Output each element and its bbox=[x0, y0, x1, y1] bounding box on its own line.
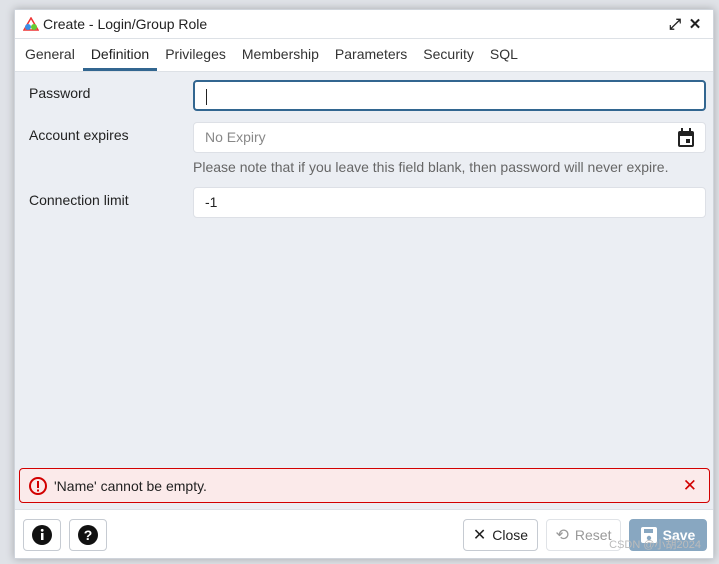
dismiss-error-icon[interactable]: ✕ bbox=[683, 476, 697, 496]
dialog-title: Create - Login/Group Role bbox=[43, 16, 208, 32]
close-button[interactable]: ✕ Close bbox=[463, 519, 538, 551]
tab-bar: General Definition Privileges Membership… bbox=[15, 39, 713, 72]
close-icon[interactable]: ✕ bbox=[685, 15, 705, 33]
tab-membership[interactable]: Membership bbox=[234, 39, 327, 71]
expires-note: Please note that if you leave this field… bbox=[193, 159, 669, 175]
info-button[interactable] bbox=[23, 519, 61, 551]
tab-general[interactable]: General bbox=[17, 39, 83, 71]
connection-limit-input[interactable]: -1 bbox=[193, 187, 706, 218]
tab-definition[interactable]: Definition bbox=[82, 39, 158, 71]
account-expires-label: Account expires bbox=[29, 127, 129, 143]
error-message: 'Name' cannot be empty. bbox=[54, 477, 207, 494]
account-expires-input[interactable]: No Expiry bbox=[193, 122, 706, 153]
calendar-icon[interactable] bbox=[677, 128, 695, 148]
expand-icon[interactable]: ⤢ bbox=[665, 16, 685, 33]
tab-privileges[interactable]: Privileges bbox=[157, 39, 234, 71]
watermark: CSDN @小胡2024 bbox=[609, 539, 701, 551]
reset-label: Reset bbox=[574, 527, 612, 543]
help-button[interactable]: ? bbox=[69, 519, 107, 551]
title-bar[interactable]: Create - Login/Group Role ⤢ ✕ bbox=[15, 10, 713, 39]
close-x-icon: ✕ bbox=[472, 527, 487, 544]
connection-limit-label: Connection limit bbox=[29, 192, 129, 208]
close-label: Close bbox=[492, 527, 529, 543]
tab-security[interactable]: Security bbox=[415, 39, 482, 71]
svg-text:?: ? bbox=[84, 527, 93, 543]
dialog-footer: ? ✕ Close ⟲ Reset Save CSDN @小胡2024 bbox=[15, 509, 713, 558]
error-icon bbox=[29, 476, 47, 495]
create-role-dialog: Create - Login/Group Role ⤢ ✕ General De… bbox=[14, 9, 714, 559]
tab-sql[interactable]: SQL bbox=[482, 39, 526, 71]
reset-icon: ⟲ bbox=[555, 527, 569, 544]
password-input[interactable] bbox=[193, 80, 706, 111]
error-banner: 'Name' cannot be empty. ✕ bbox=[19, 468, 710, 503]
help-icon: ? bbox=[78, 525, 98, 545]
role-icon bbox=[23, 17, 39, 31]
info-icon bbox=[32, 525, 52, 545]
tab-parameters[interactable]: Parameters bbox=[327, 39, 415, 71]
password-label: Password bbox=[29, 85, 91, 101]
expires-placeholder: No Expiry bbox=[205, 129, 266, 145]
